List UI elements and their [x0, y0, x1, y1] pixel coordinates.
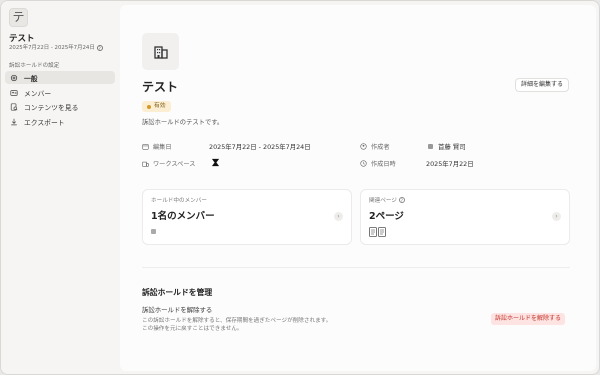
sidebar-item-label: 一般 — [24, 74, 38, 83]
creator-label: 作成者 — [360, 142, 390, 151]
chevron-right-icon[interactable]: › — [334, 212, 343, 221]
sidebar-item-general[interactable]: 一般 — [5, 71, 115, 84]
created-at-label: 作成日時 — [360, 159, 396, 168]
created-at-value: 2025年7月22日 — [426, 160, 474, 168]
document-search-icon — [10, 102, 18, 111]
sidebar: テ テスト 2025年7月22日 - 2025年7月24日? 訴訟ホールドの設定… — [1, 1, 119, 374]
pages-card-label-text: 関連ページ — [369, 198, 397, 204]
members-card-value: 1名のメンバー — [151, 211, 215, 222]
status-dot-icon — [147, 104, 151, 109]
status-label: 有効 — [154, 103, 166, 109]
creator-label-text: 作成者 — [371, 144, 390, 151]
page-icons — [369, 227, 386, 237]
page-icon — [378, 227, 386, 237]
release-description: この訴訟ホールドを解除すると、保存期間を過ぎたページが削除されます。 この操作を… — [142, 317, 331, 333]
page-icon — [369, 227, 377, 237]
status-badge: 有効 — [142, 101, 171, 112]
manage-section-title: 訴訟ホールドを管理 — [142, 288, 213, 297]
hold-avatar: テ — [9, 8, 28, 27]
release-description-line-2: この操作を元に戻すことはできません。 — [142, 326, 243, 332]
member-avatars — [151, 227, 156, 234]
chevron-right-icon[interactable]: › — [552, 212, 561, 221]
building-icon — [142, 33, 179, 70]
app-window: テ テスト 2025年7月22日 - 2025年7月24日? 訴訟ホールドの設定… — [0, 0, 600, 375]
gear-icon — [10, 74, 18, 82]
hold-description: 訴訟ホールドのテストです。 — [142, 119, 224, 126]
release-title: 訴訟ホールドを解除する — [142, 306, 213, 314]
edit-date-value: 2025年7月22日 - 2025年7月24日 — [209, 143, 311, 151]
workspace-icon — [142, 161, 149, 167]
edit-details-button[interactable]: 詳細を編集する — [515, 78, 570, 92]
sidebar-dates-text: 2025年7月22日 - 2025年7月24日 — [9, 45, 95, 51]
pages-card[interactable]: 関連ページ? 2ページ › — [360, 189, 570, 245]
sidebar-section-label: 訴訟ホールドの設定 — [9, 63, 60, 69]
pages-card-value: 2ページ — [369, 211, 404, 222]
clock-icon — [360, 160, 367, 167]
sidebar-item-export[interactable]: エクスポート — [5, 115, 115, 128]
sidebar-item-label: エクスポート — [24, 118, 65, 127]
workspace-label: ワークスペース — [142, 159, 195, 168]
members-card[interactable]: ホールド中のメンバー 1名のメンバー › — [142, 189, 352, 245]
workspace-logo-icon — [211, 158, 220, 167]
sidebar-item-members[interactable]: メンバー — [5, 86, 115, 99]
help-icon[interactable]: ? — [96, 45, 103, 51]
creator-value: 首藤 賢司 — [428, 142, 466, 151]
main-panel: テスト 詳細を編集する 有効 訴訟ホールドのテストです。 編集日 2025年7月… — [120, 5, 596, 371]
pages-card-label: 関連ページ? — [369, 196, 405, 204]
page-title: テスト — [142, 80, 179, 94]
edit-date-label: 編集日 — [142, 142, 172, 151]
calendar-icon — [142, 144, 149, 150]
creator-avatar-icon — [428, 144, 433, 149]
edit-date-label-text: 編集日 — [153, 144, 172, 151]
workspace-label-text: ワークスペース — [153, 161, 196, 168]
section-divider — [142, 267, 570, 268]
sidebar-dates: 2025年7月22日 - 2025年7月24日? — [9, 43, 103, 51]
release-description-line-1: この訴訟ホールドを解除すると、保存期間を過ぎたページが削除されます。 — [142, 318, 332, 324]
sidebar-item-label: コンテンツを見る — [24, 103, 79, 112]
help-icon[interactable]: ? — [398, 197, 405, 203]
user-circle-icon — [360, 143, 367, 150]
release-hold-button[interactable]: 訴訟ホールドを解除する — [491, 313, 566, 325]
sidebar-item-label: メンバー — [24, 89, 52, 98]
download-icon — [10, 118, 18, 126]
sidebar-item-content[interactable]: コンテンツを見る — [5, 100, 115, 113]
members-icon — [10, 89, 18, 97]
created-at-label-text: 作成日時 — [371, 161, 396, 168]
members-card-label: ホールド中のメンバー — [151, 198, 207, 204]
member-avatar-icon — [151, 229, 156, 234]
workspace-value — [211, 158, 220, 167]
creator-name: 首藤 賢司 — [438, 143, 466, 151]
